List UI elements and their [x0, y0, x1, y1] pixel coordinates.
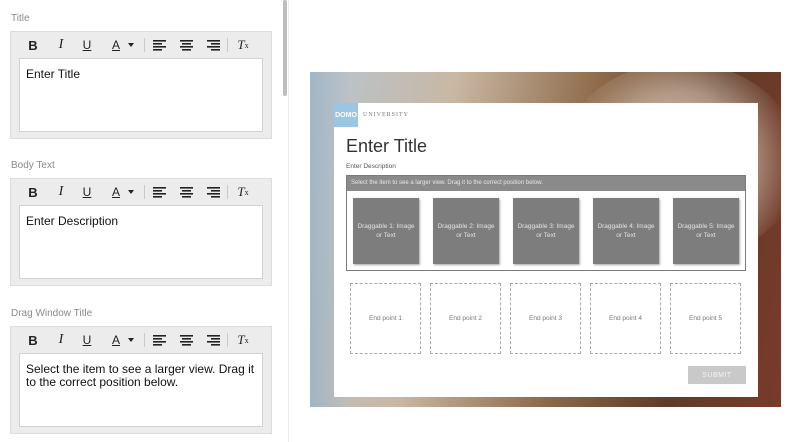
field-label-body-text: Body Text [11, 160, 55, 171]
toolbar-divider [144, 185, 145, 199]
field-label-title: Title [11, 13, 30, 24]
preview-title: Enter Title [346, 136, 428, 156]
text-color-icon: A [111, 38, 120, 52]
draggable-item-3[interactable]: Draggable 3: Image or Text [513, 198, 579, 264]
toolbar-divider [227, 333, 228, 347]
align-right-icon [206, 334, 220, 346]
align-right-button[interactable] [206, 331, 220, 349]
underline-button[interactable]: U [79, 331, 95, 349]
drop-target-4[interactable]: End point 4 [590, 283, 661, 354]
align-left-button[interactable] [152, 36, 166, 54]
editor-panel: Title B I U A Tx Enter Title Body Text B… [0, 0, 283, 442]
draggable-item-4[interactable]: Draggable 4: Image or Text [593, 198, 659, 264]
draggable-item-1[interactable]: Draggable 1: Image or Text [353, 198, 419, 264]
submit-button[interactable]: SUBMIT [688, 366, 746, 384]
clear-format-button[interactable]: Tx [235, 331, 251, 349]
activity-card: DOMO UNIVERSITY Enter Title Enter Descri… [334, 103, 758, 397]
preview-area: DOMO UNIVERSITY Enter Title Enter Descri… [310, 72, 781, 407]
align-center-button[interactable] [179, 36, 193, 54]
toolbar-divider [144, 333, 145, 347]
preview-description: Enter Description [346, 163, 396, 170]
drag-window: Select the item to see a larger view. Dr… [346, 175, 746, 271]
drag-window-header: Select the item to see a larger view. Dr… [347, 176, 745, 191]
text-color-button[interactable]: A [107, 36, 139, 54]
title-input[interactable]: Enter Title [19, 58, 263, 132]
editor-toolbar: B I U A Tx [11, 327, 271, 353]
clear-format-icon: T [237, 184, 245, 199]
drop-target-3[interactable]: End point 3 [510, 283, 581, 354]
align-right-button[interactable] [206, 183, 220, 201]
drop-target-5[interactable]: End point 5 [670, 283, 741, 354]
clear-format-button[interactable]: Tx [235, 183, 251, 201]
align-left-icon [152, 334, 166, 346]
body-text-editor: B I U A Tx Enter Description [10, 178, 272, 286]
bold-button[interactable]: B [25, 331, 41, 349]
drag-window-title-input[interactable]: Select the item to see a larger view. Dr… [19, 353, 263, 427]
chevron-down-icon [128, 190, 134, 194]
underline-button[interactable]: U [79, 36, 95, 54]
align-center-icon [179, 39, 193, 51]
scrollbar-thumb[interactable] [283, 0, 287, 96]
align-right-icon [206, 39, 220, 51]
draggable-item-2[interactable]: Draggable 2: Image or Text [433, 198, 499, 264]
title-editor: B I U A Tx Enter Title [10, 31, 272, 139]
italic-button[interactable]: I [53, 331, 69, 349]
toolbar-divider [144, 38, 145, 52]
bold-button[interactable]: B [25, 183, 41, 201]
text-color-button[interactable]: A [107, 331, 139, 349]
clear-format-icon: T [237, 332, 245, 347]
align-center-button[interactable] [179, 183, 193, 201]
clear-format-button[interactable]: Tx [235, 36, 251, 54]
align-left-icon [152, 39, 166, 51]
underline-button[interactable]: U [79, 183, 95, 201]
field-label-drag-window-title: Drag Window Title [11, 308, 93, 319]
align-center-icon [179, 334, 193, 346]
text-color-button[interactable]: A [107, 183, 139, 201]
drop-target-2[interactable]: End point 2 [430, 283, 501, 354]
align-center-button[interactable] [179, 331, 193, 349]
align-right-icon [206, 186, 220, 198]
text-color-icon: A [111, 333, 120, 347]
drop-target-1[interactable]: End point 1 [350, 283, 421, 354]
align-left-button[interactable] [152, 183, 166, 201]
logo-university-text: UNIVERSITY [363, 112, 409, 118]
italic-button[interactable]: I [53, 183, 69, 201]
draggable-item-5[interactable]: Draggable 5: Image or Text [673, 198, 739, 264]
editor-toolbar: B I U A Tx [11, 32, 271, 58]
text-color-icon: A [111, 185, 120, 199]
body-text-input[interactable]: Enter Description [19, 205, 263, 279]
editor-toolbar: B I U A Tx [11, 179, 271, 205]
clear-format-icon: T [237, 37, 245, 52]
drag-window-title-editor: B I U A Tx Select the item to see a larg… [10, 326, 272, 434]
bold-button[interactable]: B [25, 36, 41, 54]
toolbar-divider [227, 38, 228, 52]
chevron-down-icon [128, 338, 134, 342]
panel-divider [288, 0, 289, 442]
align-left-icon [152, 186, 166, 198]
align-center-icon [179, 186, 193, 198]
toolbar-divider [227, 185, 228, 199]
italic-button[interactable]: I [53, 36, 69, 54]
align-left-button[interactable] [152, 331, 166, 349]
domo-logo: DOMO [334, 103, 358, 127]
align-right-button[interactable] [206, 36, 220, 54]
chevron-down-icon [128, 43, 134, 47]
